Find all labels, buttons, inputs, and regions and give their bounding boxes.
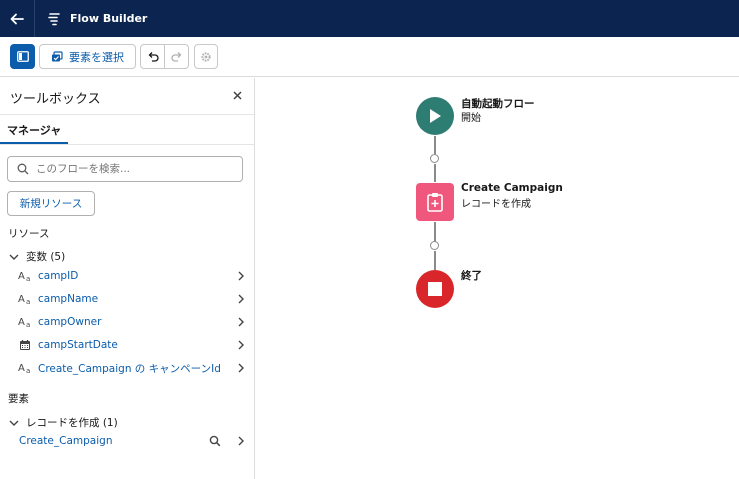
svg-text:A: A <box>18 317 25 328</box>
svg-text:a: a <box>26 275 30 282</box>
connector-add-point[interactable] <box>430 241 439 250</box>
undo-icon <box>148 51 159 62</box>
undo-button[interactable] <box>140 44 165 69</box>
chevron-right-icon <box>238 363 244 373</box>
chevron-down-icon <box>9 420 19 426</box>
toolbox-panel: ツールボックス マネージャ 新規リソース リソース 変数 (5) Aa camp… <box>0 78 255 479</box>
redo-icon <box>170 51 181 62</box>
resources-section-label: リソース <box>8 228 50 240</box>
create-record-icon <box>427 193 443 212</box>
tab-manager[interactable]: マネージャ <box>7 122 61 138</box>
app-title: Flow Builder <box>70 12 148 25</box>
close-icon <box>232 90 242 100</box>
text-icon: Aa <box>18 315 32 329</box>
create-node-title: Create Campaign <box>461 182 563 194</box>
arrow-left-icon <box>10 13 24 24</box>
variable-name: Create_Campaign の キャンペーンId <box>38 362 221 375</box>
list-item[interactable]: Aa Create_Campaign の キャンペーンId <box>18 358 246 378</box>
panel-left-icon <box>16 51 29 62</box>
play-icon <box>430 109 441 123</box>
list-item[interactable]: Create_Campaign <box>19 431 246 451</box>
start-node[interactable] <box>416 97 454 135</box>
chevron-down-icon <box>9 254 19 260</box>
search-input[interactable] <box>36 163 236 175</box>
connector-line <box>434 251 436 270</box>
divider <box>0 144 254 145</box>
search-box[interactable] <box>7 156 243 182</box>
elements-group-label: レコードを作成 (1) <box>26 417 118 429</box>
variable-name: campStartDate <box>38 339 118 351</box>
svg-text:A: A <box>18 271 25 282</box>
back-button[interactable] <box>0 0 35 37</box>
toolbar: 要素を選択 <box>0 37 739 77</box>
variables-group-label: 変数 (5) <box>26 251 66 263</box>
variables-group-toggle[interactable]: 変数 (5) <box>8 249 65 264</box>
connector-line <box>434 136 436 154</box>
list-item[interactable]: Aa campName <box>18 289 246 309</box>
search-icon <box>17 163 29 175</box>
connector-add-point[interactable] <box>430 154 439 163</box>
start-node-subtitle: 開始 <box>461 113 481 124</box>
list-item[interactable]: Aa campOwner <box>18 312 246 332</box>
svg-text:a: a <box>26 321 30 328</box>
connector-line <box>434 222 436 242</box>
chevron-right-icon <box>238 317 244 327</box>
elements-section-label: 要素 <box>8 393 29 405</box>
text-icon: Aa <box>18 292 32 306</box>
end-node-title: 終了 <box>461 270 482 282</box>
text-icon: Aa <box>18 269 32 283</box>
chevron-right-icon <box>238 436 244 446</box>
divider <box>0 114 254 115</box>
new-resource-button[interactable]: 新規リソース <box>7 191 95 216</box>
end-node[interactable] <box>416 270 454 308</box>
settings-button[interactable] <box>194 44 218 69</box>
select-elements-button[interactable]: 要素を選択 <box>39 44 136 69</box>
stop-icon <box>428 282 442 296</box>
gear-icon <box>201 51 211 62</box>
text-icon: Aa <box>18 361 32 375</box>
calendar-icon <box>18 338 32 352</box>
toggle-toolbox-button[interactable] <box>10 44 35 69</box>
chevron-right-icon <box>238 294 244 304</box>
elements-group-toggle[interactable]: レコードを作成 (1) <box>8 415 118 430</box>
toolbox-title: ツールボックス <box>10 92 101 107</box>
svg-text:a: a <box>26 298 30 305</box>
search-icon[interactable] <box>209 435 221 447</box>
select-elements-icon <box>52 50 63 61</box>
chevron-right-icon <box>238 271 244 281</box>
svg-text:a: a <box>26 367 30 374</box>
list-item[interactable]: campStartDate <box>18 335 246 355</box>
create-node-subtitle: レコードを作成 <box>461 199 531 210</box>
variable-name: campOwner <box>38 316 102 328</box>
redo-button[interactable] <box>164 44 189 69</box>
top-bar: Flow Builder <box>0 0 739 37</box>
variable-name: campName <box>38 293 99 305</box>
element-name: Create_Campaign <box>19 435 113 447</box>
create-record-node[interactable] <box>416 183 454 221</box>
variable-name: campID <box>38 270 79 282</box>
flow-canvas[interactable]: 自動起動フロー 開始 Create Campaign レコードを作成 終了 <box>256 78 739 479</box>
flow-icon <box>47 12 61 26</box>
svg-text:A: A <box>18 294 25 305</box>
svg-text:A: A <box>18 363 25 374</box>
select-elements-label: 要素を選択 <box>69 50 124 64</box>
connector-line <box>434 164 436 182</box>
list-item[interactable]: Aa campID <box>18 266 246 286</box>
close-toolbox-button[interactable] <box>229 87 245 103</box>
chevron-right-icon <box>238 340 244 350</box>
